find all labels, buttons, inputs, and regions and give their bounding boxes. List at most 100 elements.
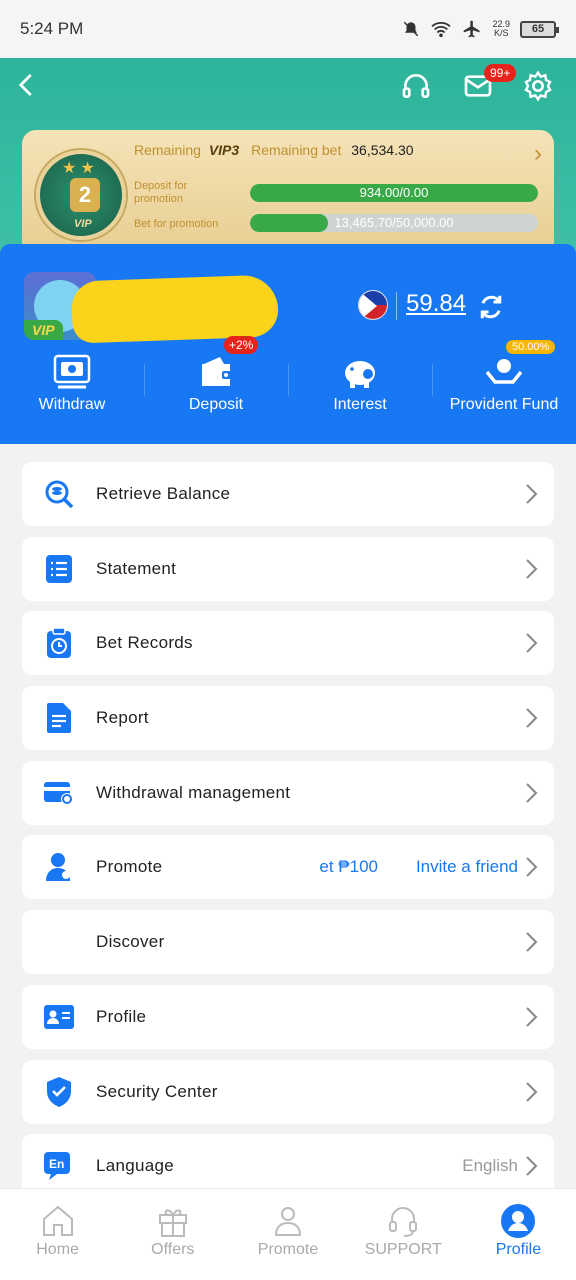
nav-label: Promote bbox=[257, 1241, 319, 1258]
withdraw-button[interactable]: Withdraw bbox=[0, 344, 144, 444]
menu-item-bet-records[interactable]: Bet Records bbox=[22, 611, 554, 676]
hands-coin-icon bbox=[485, 359, 523, 384]
bet-promotion-label: Bet for promotion bbox=[134, 218, 219, 230]
nav-offers[interactable]: Offers bbox=[115, 1189, 230, 1280]
deposit-bonus-badge: +2% bbox=[224, 336, 259, 354]
menu-label: Withdrawal management bbox=[96, 782, 291, 802]
battery-icon: 65 bbox=[520, 20, 559, 38]
nav-label: Offers bbox=[151, 1241, 195, 1258]
remaining-bet-value: 36,534.30 bbox=[351, 142, 414, 158]
mute-icon bbox=[404, 21, 419, 37]
chevron-right-icon bbox=[526, 857, 538, 878]
interest-button[interactable]: Interest bbox=[288, 344, 432, 444]
nav-home[interactable]: Home bbox=[0, 1189, 115, 1280]
id-card-icon bbox=[44, 1004, 74, 1029]
piggy-bank-icon bbox=[345, 361, 375, 388]
chevron-right-icon bbox=[526, 558, 538, 579]
blank-icon bbox=[42, 925, 76, 959]
deposit-progress-text: 934.00/0.00 bbox=[359, 185, 429, 200]
vip-medal-icon: ★★ 2 VIP bbox=[36, 150, 126, 240]
withdraw-icon bbox=[53, 354, 91, 389]
next-vip-level: VIP3 bbox=[208, 142, 240, 158]
svg-text:En: En bbox=[49, 1157, 64, 1171]
nav-profile[interactable]: Profile bbox=[461, 1189, 576, 1280]
back-arrow-icon[interactable] bbox=[12, 70, 42, 100]
deposit-progress-bar: 934.00/0.00 bbox=[250, 184, 538, 202]
menu-item-withdrawal-management[interactable]: Withdrawal management bbox=[22, 760, 554, 825]
document-icon bbox=[47, 703, 71, 734]
wifi-icon bbox=[431, 22, 452, 38]
language-icon: En bbox=[44, 1152, 70, 1181]
menu-label: Security Center bbox=[96, 1081, 218, 1101]
refresh-icon[interactable] bbox=[476, 292, 506, 322]
menu-list: Retrieve Balance Statement Bet Records R… bbox=[22, 462, 554, 1209]
medal-text: VIP bbox=[74, 218, 92, 230]
menu-item-discover[interactable]: Discover bbox=[22, 910, 554, 975]
airplane-icon bbox=[464, 20, 480, 38]
settings-gear-icon[interactable] bbox=[522, 70, 554, 102]
headset-icon bbox=[389, 1207, 418, 1237]
remaining-bet-label: Remaining bet bbox=[251, 142, 342, 158]
interest-label: Interest bbox=[333, 396, 387, 413]
divider bbox=[396, 292, 397, 320]
status-time: 5:24 PM bbox=[20, 19, 84, 38]
nav-label: Home bbox=[36, 1241, 79, 1258]
bottom-navigation: Home Offers Promote SUPPORT Profile bbox=[0, 1188, 576, 1280]
provident-label: Provident Fund bbox=[449, 396, 559, 413]
chevron-right-icon bbox=[526, 708, 538, 728]
menu-label: Promote bbox=[96, 857, 163, 877]
status-bar: 5:24 PM 22.9 K/S 65 bbox=[0, 0, 576, 58]
clock-clipboard-icon bbox=[47, 627, 71, 659]
provident-rate-badge: 50.00% bbox=[506, 340, 556, 354]
person-icon bbox=[46, 853, 70, 882]
bet-progress-bar: 13,465.70/50,000.00 bbox=[250, 214, 538, 232]
bet-progress-text: 13,465.70/50,000.00 bbox=[334, 215, 454, 230]
provident-fund-button[interactable]: 50.00% Provident Fund bbox=[432, 340, 576, 444]
menu-label: Report bbox=[96, 708, 149, 728]
redacted-username bbox=[70, 274, 280, 344]
gift-icon bbox=[158, 1209, 187, 1237]
notification-badge: 99+ bbox=[484, 64, 517, 82]
net-speed: 22.9 K/S bbox=[492, 19, 510, 38]
stars-icon: ★★ bbox=[62, 160, 99, 177]
menu-label: Statement bbox=[96, 558, 177, 578]
chevron-right-icon bbox=[526, 1081, 538, 1102]
profile-icon bbox=[501, 1204, 536, 1238]
current-language: English bbox=[462, 1156, 518, 1176]
deposit-promotion-label: Deposit for promotion bbox=[134, 180, 188, 205]
menu-label: Language bbox=[96, 1156, 175, 1176]
menu-label: Profile bbox=[96, 1006, 147, 1026]
withdraw-label: Withdraw bbox=[38, 396, 106, 413]
philippines-flag-icon bbox=[358, 290, 388, 320]
invite-friend-link[interactable]: Invite a friend bbox=[416, 857, 518, 877]
menu-item-report[interactable]: Report bbox=[22, 686, 554, 751]
headset-icon[interactable] bbox=[400, 70, 432, 102]
menu-label: Retrieve Balance bbox=[96, 484, 231, 503]
menu-label: Bet Records bbox=[96, 633, 193, 653]
home-icon bbox=[42, 1205, 73, 1236]
nav-support[interactable]: SUPPORT bbox=[346, 1189, 461, 1280]
shield-icon bbox=[47, 1076, 71, 1107]
chevron-right-icon bbox=[526, 633, 538, 654]
menu-item-retrieve-balance[interactable]: Retrieve Balance bbox=[22, 462, 554, 526]
chevron-right-icon bbox=[526, 1156, 538, 1176]
chevron-right-icon bbox=[526, 484, 538, 504]
menu-item-promote[interactable]: Promote et ₱100 Invite a friend bbox=[22, 835, 554, 900]
deposit-label: Deposit bbox=[188, 396, 244, 413]
wallet-icon bbox=[202, 357, 232, 386]
vip-level: 2 bbox=[70, 178, 100, 212]
chevron-right-icon bbox=[526, 932, 538, 952]
card-gear-icon bbox=[44, 781, 73, 805]
vip-progress-card[interactable]: ★★ 2 VIP Remaining VIP3 Remaining bet 36… bbox=[22, 130, 554, 246]
chevron-right-icon[interactable]: › bbox=[534, 140, 542, 168]
vip-tag: VIP bbox=[24, 320, 63, 340]
menu-item-statement[interactable]: Statement bbox=[22, 536, 554, 601]
nav-label: Profile bbox=[495, 1241, 542, 1258]
nav-promote[interactable]: Promote bbox=[230, 1189, 345, 1280]
list-icon bbox=[46, 554, 72, 583]
promote-icon bbox=[274, 1207, 302, 1236]
menu-item-profile[interactable]: Profile bbox=[22, 984, 554, 1049]
menu-item-security-center[interactable]: Security Center bbox=[22, 1059, 554, 1124]
wallet-balance[interactable]: 59.84 bbox=[406, 290, 466, 318]
deposit-button[interactable]: +2% Deposit bbox=[144, 336, 288, 444]
